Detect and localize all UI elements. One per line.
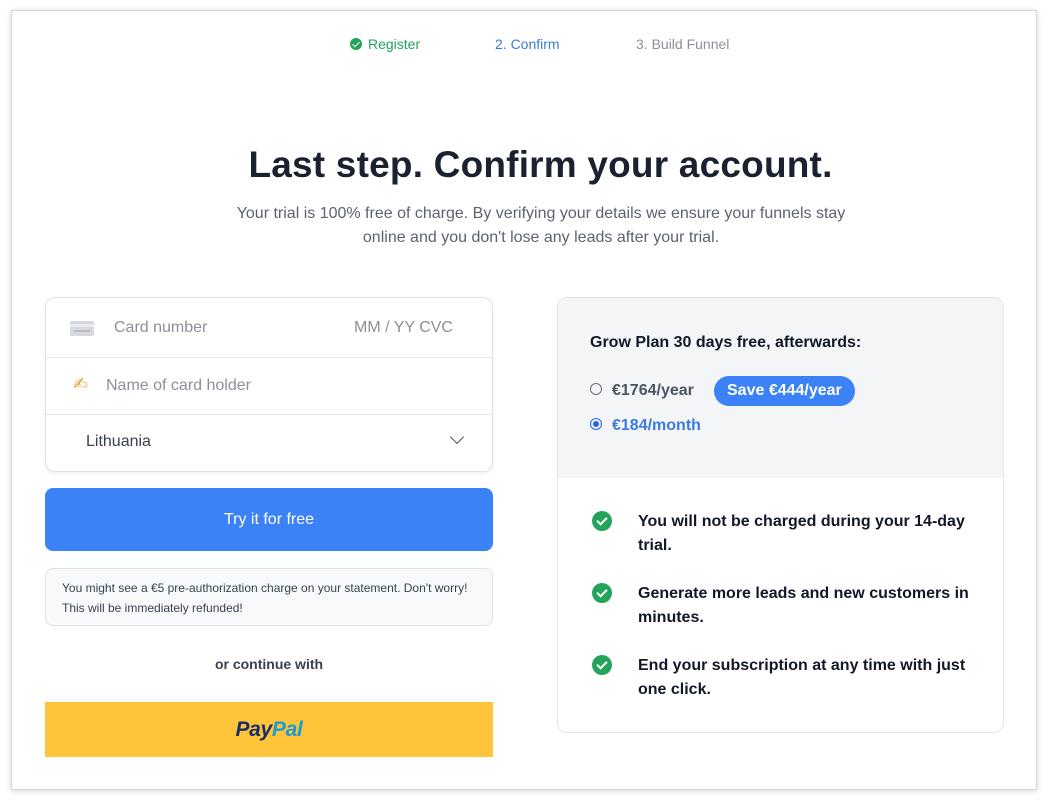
card-number-placeholder[interactable]: Card number (114, 319, 207, 337)
monthly-price[interactable]: €184/month (612, 417, 701, 434)
step-confirm-label: 2. Confirm (495, 36, 560, 52)
plan-panel: Grow Plan 30 days free, afterwards: €176… (557, 297, 1004, 733)
step-confirm[interactable]: 2. Confirm (495, 35, 560, 53)
page-title: Last step. Confirm your account. (248, 144, 833, 185)
check-circle-icon (592, 583, 612, 603)
country-value: Lithuania (86, 433, 151, 450)
step-register[interactable]: Register (350, 35, 420, 53)
monthly-radio[interactable] (590, 418, 602, 430)
check-circle-icon (350, 38, 362, 50)
step-build-funnel: 3. Build Funnel (636, 35, 729, 53)
feature-text: End your subscription at any time with j… (638, 657, 966, 698)
plan-pricing-section: Grow Plan 30 days free, afterwards: €176… (558, 298, 1003, 478)
country-select[interactable]: Lithuania (46, 415, 492, 471)
card-holder-placeholder[interactable]: Name of card holder (106, 377, 251, 395)
plan-title: Grow Plan 30 days free, afterwards: (590, 334, 862, 351)
save-badge: Save €444/year (714, 376, 855, 406)
step-build-funnel-label: 3. Build Funnel (636, 36, 730, 52)
progress-steps: Register 2. Confirm 3. Build Funnel (0, 35, 1049, 55)
feature-text: You will not be charged during your 14-d… (638, 513, 965, 554)
check-circle-icon (592, 511, 612, 531)
monthly-option[interactable]: €184/month (590, 417, 701, 435)
feature-text: Generate more leads and new customers in… (638, 585, 969, 626)
card-holder-field[interactable]: ✍ Name of card holder (46, 358, 492, 415)
try-free-button[interactable]: Try it for free (45, 488, 493, 551)
or-continue-text: or continue with (214, 656, 324, 672)
expiry-cvc-placeholder[interactable]: MM / YY CVC (354, 319, 453, 337)
paypal-button[interactable]: PayPal (45, 702, 493, 757)
preauth-note: You might see a €5 pre-authorization cha… (45, 568, 493, 626)
paypal-logo-part1: Pay (235, 717, 272, 741)
paypal-logo-part2: Pal (271, 717, 303, 741)
credit-card-icon (70, 321, 94, 336)
yearly-option[interactable]: €1764/year (590, 382, 694, 400)
yearly-radio[interactable] (590, 383, 602, 395)
step-register-label: Register (368, 36, 421, 52)
card-number-field[interactable]: Card number MM / YY CVC (46, 298, 492, 358)
yearly-price[interactable]: €1764/year (612, 382, 694, 399)
card-form: Card number MM / YY CVC ✍ Name of card h… (45, 297, 493, 472)
chevron-down-icon[interactable] (449, 429, 465, 445)
paypal-logo: PayPal (235, 718, 302, 742)
page-subtitle: Your trial is 100% free of charge. By ve… (236, 205, 846, 246)
check-circle-icon (592, 655, 612, 675)
writing-hand-icon: ✍ (73, 374, 89, 394)
